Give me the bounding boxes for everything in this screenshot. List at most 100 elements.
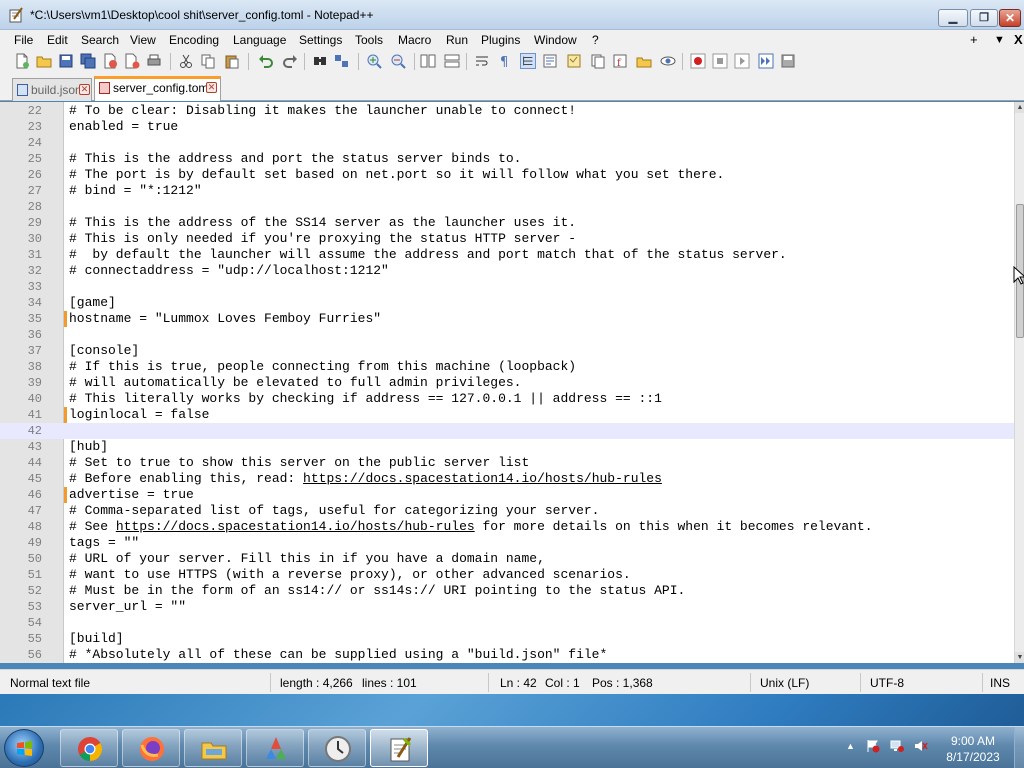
zoom-in-icon[interactable] [366,53,382,69]
editor-line[interactable]: 49 tags = "" [0,535,1014,551]
editor-line[interactable]: 45 # Before enabling this, read: https://… [0,471,1014,487]
record-macro-icon[interactable] [690,53,706,69]
menu-tools[interactable]: Tools [355,33,383,47]
tab-list-dropdown-icon[interactable]: ▼ [994,34,1005,46]
editor-line[interactable]: 55 [build] [0,631,1014,647]
menu-settings[interactable]: Settings [299,33,342,47]
print-icon[interactable] [146,53,162,69]
close-tab-icon[interactable]: ✕ [206,82,217,93]
editor-line[interactable]: 34 [game] [0,295,1014,311]
editor-line[interactable]: 24 [0,135,1014,151]
redo-icon[interactable] [282,53,298,69]
editor-line[interactable]: 32 # connectaddress = "udp://localhost:12… [0,263,1014,279]
menu-language[interactable]: Language [233,33,286,47]
cut-icon[interactable] [178,53,194,69]
indent-guide-icon[interactable] [520,53,536,69]
scroll-down-arrow-icon[interactable]: ▼ [1015,652,1024,663]
menu-encoding[interactable]: Encoding [169,33,219,47]
replace-icon[interactable] [334,53,350,69]
taskbar-clock-app[interactable] [308,729,366,767]
editor-line[interactable]: 41 loginlocal = false [0,407,1014,423]
editor-line[interactable]: 26 # The port is by default set based on … [0,167,1014,183]
taskbar-notepadpp[interactable] [370,729,428,767]
tab-build-json[interactable]: build.json ✕ [12,78,92,101]
editor-line[interactable]: 27 # bind = "*:1212" [0,183,1014,199]
editor-line[interactable]: 29 # This is the address of the SS14 serv… [0,215,1014,231]
play-macro-icon[interactable] [734,53,750,69]
tab-server-config-toml[interactable]: server_config.toml ✕ [94,76,221,101]
stop-recording-icon[interactable] [712,53,728,69]
run-macro-multiple-icon[interactable] [758,53,774,69]
show-desktop-button[interactable] [1014,727,1024,768]
editor-line[interactable]: 31 # by default the launcher will assume … [0,247,1014,263]
editor-line[interactable]: 46 advertise = true [0,487,1014,503]
editor-line[interactable]: 51 # want to use HTTPS (with a reverse pr… [0,567,1014,583]
editor-line[interactable]: 38 # If this is true, people connecting f… [0,359,1014,375]
editor-line[interactable]: 48 # See https://docs.spacestation14.io/h… [0,519,1014,535]
taskbar-firefox[interactable] [122,729,180,767]
menu-plugins[interactable]: Plugins [481,33,520,47]
taskbar-clock[interactable]: 9:00 AM 8/17/2023 [938,733,1008,765]
taskbar-file-explorer[interactable] [184,729,242,767]
editor-line[interactable]: 23 enabled = true [0,119,1014,135]
editor-line[interactable]: 47 # Comma-separated list of tags, useful… [0,503,1014,519]
menu-file[interactable]: File [14,33,33,47]
sync-horizontal-icon[interactable] [444,53,460,69]
save-all-icon[interactable] [80,53,96,69]
menu-edit[interactable]: Edit [47,33,68,47]
menu-window[interactable]: Window [534,33,577,47]
close-all-icon[interactable] [124,53,140,69]
editor-line[interactable]: 53 server_url = "" [0,599,1014,615]
monitoring-icon[interactable] [660,53,676,69]
minimize-button[interactable]: ▁ [938,9,968,27]
document-map-icon[interactable] [566,53,582,69]
editor-line[interactable]: 56 # *Absolutely all of these can be supp… [0,647,1014,663]
copy-icon[interactable] [200,53,216,69]
editor-line[interactable]: 54 [0,615,1014,631]
menu-search[interactable]: Search [81,33,119,47]
close-button[interactable]: ✕ [999,9,1021,27]
menu-macro[interactable]: Macro [398,33,431,47]
save-macro-icon[interactable] [780,53,796,69]
new-file-icon[interactable] [14,53,30,69]
find-icon[interactable] [312,53,328,69]
vertical-scrollbar[interactable]: ▲ ▼ [1014,102,1024,663]
function-list-icon[interactable]: f [612,53,628,69]
open-file-icon[interactable] [36,53,52,69]
title-bar[interactable]: *C:\Users\vm1\Desktop\cool shit\server_c… [0,0,1024,30]
close-file-icon[interactable] [102,53,118,69]
scroll-up-arrow-icon[interactable]: ▲ [1015,102,1024,113]
zoom-out-icon[interactable] [390,53,406,69]
encoding-label[interactable]: UTF-8 [870,676,904,690]
menu-run[interactable]: Run [446,33,468,47]
save-icon[interactable] [58,53,74,69]
show-all-characters-icon[interactable]: ¶ [496,53,512,69]
close-tab-icon[interactable]: ✕ [79,84,90,95]
action-center-flag-icon[interactable] [866,739,880,753]
sync-vertical-icon[interactable] [420,53,436,69]
editor-line[interactable]: 40 # This literally works by checking if … [0,391,1014,407]
menu-help[interactable]: ? [592,33,599,47]
volume-muted-icon[interactable] [914,739,928,753]
editor-line[interactable]: 44 # Set to true to show this server on t… [0,455,1014,471]
editor-line[interactable]: 22 # To be clear: Disabling it makes the … [0,103,1014,119]
taskbar-paint-app[interactable] [246,729,304,767]
text-editor[interactable]: 22 # To be clear: Disabling it makes the … [0,102,1024,663]
editor-line[interactable]: 30 # This is only needed if you're proxyi… [0,231,1014,247]
taskbar-chrome[interactable] [60,729,118,767]
editor-line[interactable]: 43 [hub] [0,439,1014,455]
editor-line[interactable]: 36 [0,327,1014,343]
eol-format[interactable]: Unix (LF) [760,676,809,690]
start-button[interactable] [4,729,44,767]
editor-line[interactable]: 25 # This is the address and port the sta… [0,151,1014,167]
maximize-button[interactable]: ❐ [970,9,998,27]
editor-line[interactable]: 28 [0,199,1014,215]
paste-icon[interactable] [224,53,240,69]
user-defined-language-icon[interactable] [542,53,558,69]
editor-line[interactable]: 42 [0,423,1014,439]
undo-icon[interactable] [258,53,274,69]
document-list-icon[interactable] [590,53,606,69]
editor-line[interactable]: 52 # Must be in the form of an ss14:// or… [0,583,1014,599]
word-wrap-icon[interactable] [474,53,490,69]
folder-as-workspace-icon[interactable] [636,53,652,69]
